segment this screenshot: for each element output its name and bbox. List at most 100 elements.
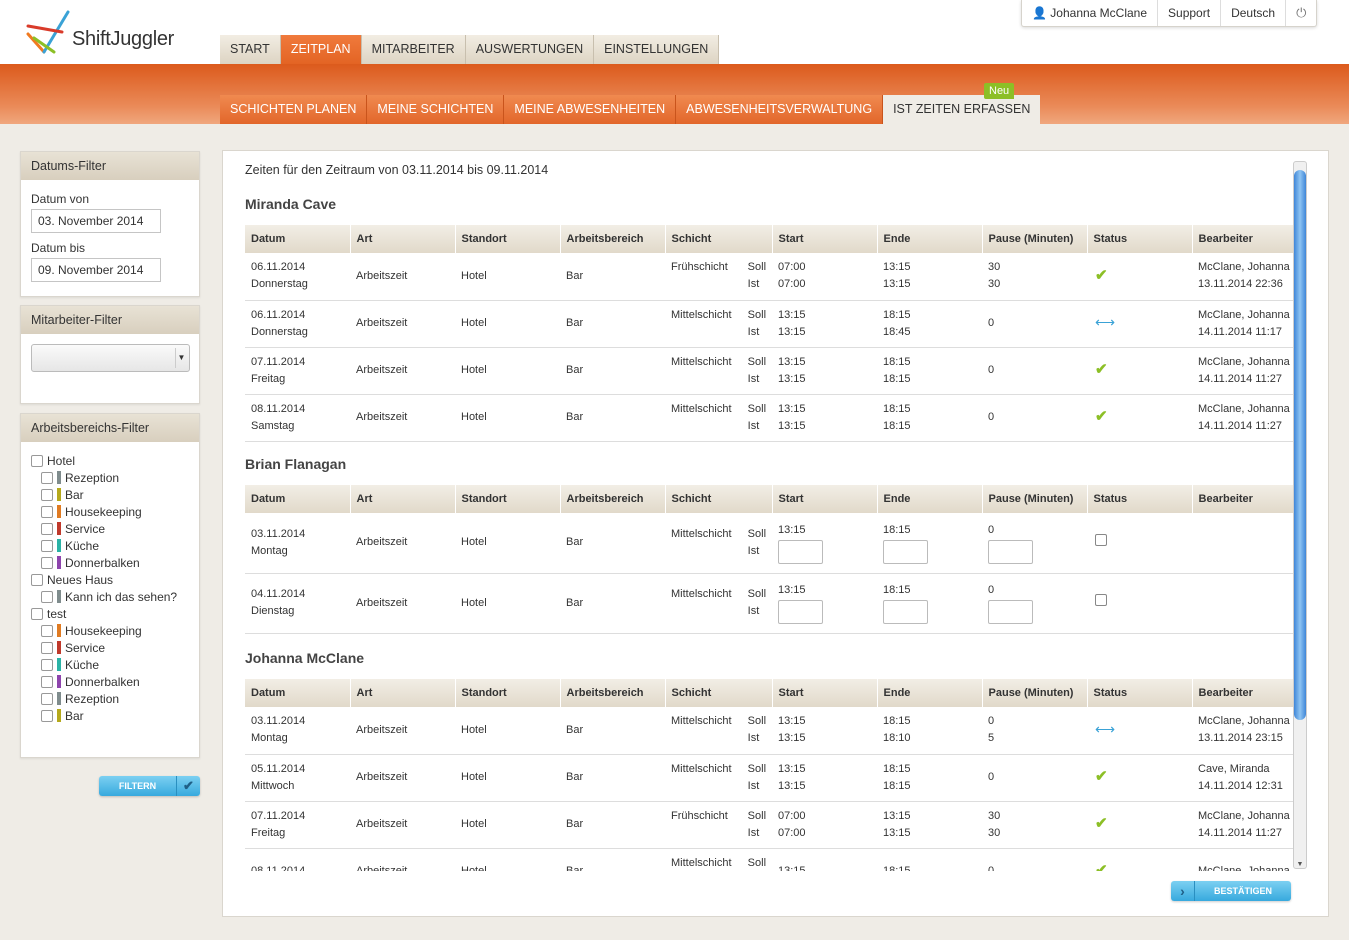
start-cell: 13:15 13:15 <box>772 300 878 348</box>
column-header: Standort <box>454 485 560 513</box>
area-color-swatch <box>57 692 61 705</box>
checkbox[interactable] <box>31 454 43 467</box>
checkbox[interactable] <box>41 692 53 705</box>
soll-value: 13:15 <box>778 762 806 775</box>
checkbox[interactable] <box>41 590 53 603</box>
area-item[interactable]: Bar <box>31 486 199 503</box>
checkbox[interactable] <box>41 641 53 654</box>
soll-label: Soll <box>747 809 767 822</box>
date-to-input[interactable]: 09. November 2014 <box>31 258 161 282</box>
area-item[interactable]: Küche <box>31 537 199 554</box>
language-selector[interactable]: Deutsch <box>1220 0 1285 26</box>
area-item[interactable]: Donnerbalken <box>31 554 199 571</box>
logout-button[interactable]: ⏻ <box>1285 0 1316 26</box>
start-input[interactable] <box>778 539 824 564</box>
table-row[interactable]: 03.11.2014 Montag Arbeitszeit Hotel Bar Mitte… <box>245 707 1293 755</box>
row-area: Bar <box>560 513 665 574</box>
row-editor: McClane, Johanna <box>1198 715 1290 728</box>
row-date: 03.11.2014 <box>251 527 306 540</box>
soll-value: 13:15 <box>883 809 911 822</box>
status-cell: ✔ <box>1087 754 1193 802</box>
difference-arrow-icon: ⟷ <box>1095 720 1116 737</box>
checkbox[interactable] <box>41 658 53 671</box>
confirm-button[interactable]: › BESTÄTIGEN <box>1171 881 1291 901</box>
start-input[interactable] <box>778 600 824 624</box>
area-group[interactable]: test <box>31 605 199 622</box>
subtab-meine-schichten[interactable]: MEINE SCHICHTEN <box>367 95 505 124</box>
table-row[interactable]: 07.11.2014 Freitag Arbeitszeit Hotel Bar Früh… <box>245 801 1293 849</box>
area-item[interactable]: Rezeption <box>31 469 199 486</box>
column-header: Schicht <box>664 679 773 707</box>
row-date: 05.11.2014 <box>251 762 306 775</box>
row-type: Arbeitszeit <box>350 573 455 634</box>
checkbox[interactable] <box>31 573 43 586</box>
area-item[interactable]: Housekeeping <box>31 503 199 520</box>
date-filter-panel: Datums-Filter Datum von 03. November 201… <box>20 151 200 297</box>
area-item[interactable]: Küche <box>31 656 199 673</box>
times-table: Datum Art Standort Arbeitsbereich Schicht Sta… <box>245 225 1293 442</box>
checkbox[interactable] <box>31 607 43 620</box>
checkbox[interactable] <box>41 556 53 569</box>
tab-zeitplan[interactable]: ZEITPLAN <box>280 35 362 64</box>
table-row[interactable]: 06.11.2014 Donnerstag Arbeitszeit Hotel Bar M… <box>245 300 1293 348</box>
area-item[interactable]: Rezeption <box>31 690 199 707</box>
row-date: 06.11.2014 <box>251 261 306 274</box>
tab-einstellungen[interactable]: EINSTELLUNGEN <box>594 35 720 64</box>
user-account-link[interactable]: 👤 Johanna McClane <box>1022 0 1157 26</box>
column-header: Arbeitsbereich <box>559 225 665 253</box>
column-header: Datum <box>245 225 350 253</box>
row-area: Bar <box>560 573 665 634</box>
checkbox[interactable] <box>41 505 53 518</box>
table-row[interactable]: 03.11.2014 Montag Arbeitszeit Hotel Bar Mitte… <box>245 513 1293 574</box>
end-input[interactable] <box>883 600 929 624</box>
table-row[interactable]: 08.11.2014 Samstag Arbeitszeit Hotel Bar Mitt… <box>245 394 1293 442</box>
area-item[interactable]: Service <box>31 639 199 656</box>
table-row[interactable]: 05.11.2014 Mittwoch Arbeitszeit Hotel Bar Mit… <box>245 754 1293 802</box>
subtab-schichten-planen[interactable]: SCHICHTEN PLANEN <box>220 95 368 124</box>
confirm-checkbox[interactable] <box>1095 594 1108 606</box>
date-from-input[interactable]: 03. November 2014 <box>31 209 161 233</box>
end-input[interactable] <box>883 539 929 564</box>
area-item[interactable]: Service <box>31 520 199 537</box>
scrollbar[interactable]: ▼ <box>1293 161 1307 869</box>
area-item[interactable]: Housekeeping <box>31 622 199 639</box>
area-item[interactable]: Kann ich das sehen? <box>31 588 199 605</box>
area-item[interactable]: Bar <box>31 707 199 724</box>
table-row[interactable]: 07.11.2014 Freitag Arbeitszeit Hotel Bar Mitt… <box>245 347 1293 395</box>
start-cell: 13:15 <box>772 573 878 634</box>
area-group[interactable]: Neues Haus <box>31 571 199 588</box>
scroll-down-icon[interactable]: ▼ <box>1295 861 1305 868</box>
checkbox[interactable] <box>41 624 53 637</box>
ist-value: 13:15 <box>778 732 806 745</box>
table-row[interactable]: 04.11.2014 Dienstag Arbeitszeit Hotel Bar Mit… <box>245 573 1293 634</box>
support-link[interactable]: Support <box>1157 0 1220 26</box>
checkbox[interactable] <box>41 522 53 535</box>
table-row[interactable]: 06.11.2014 Donnerstag Arbeitszeit Hotel Bar F… <box>245 253 1293 301</box>
filter-button[interactable]: FILTERN ✔ <box>99 776 200 796</box>
checkbox[interactable] <box>41 488 53 501</box>
confirm-checkbox[interactable] <box>1095 533 1108 546</box>
logo[interactable]: ShiftJuggler <box>24 8 194 60</box>
scrollbar-thumb[interactable] <box>1294 170 1306 720</box>
tab-mitarbeiter[interactable]: MITARBEITER <box>361 35 466 64</box>
row-location: Hotel <box>455 253 560 301</box>
subtab-abwesenheitsverwaltung[interactable]: ABWESENHEITSVERWALTUNG <box>676 95 884 124</box>
checkbox[interactable] <box>41 471 53 484</box>
pause-input[interactable] <box>988 539 1034 564</box>
employee-select[interactable]: ▼ <box>31 344 190 372</box>
checkbox[interactable] <box>41 709 53 722</box>
checkbox[interactable] <box>41 539 53 552</box>
subtab-ist-zeiten-erfassen[interactable]: IST ZEITEN ERFASSEN <box>883 95 1041 124</box>
table-row[interactable]: 08.11.2014 Arbeitszeit Hotel Bar Mittelschic… <box>245 848 1293 871</box>
pause-input[interactable] <box>988 600 1034 624</box>
check-icon: ✔ <box>1095 361 1108 378</box>
row-location: Hotel <box>455 300 560 348</box>
tab-auswertungen[interactable]: AUSWERTUNGEN <box>465 35 595 64</box>
row-date: 06.11.2014 <box>251 308 306 321</box>
start-cell: 13:15 13:15 <box>772 754 878 802</box>
area-group[interactable]: Hotel <box>31 452 199 469</box>
area-item[interactable]: Donnerbalken <box>31 673 199 690</box>
checkbox[interactable] <box>41 675 53 688</box>
subtab-meine-abwesenheiten[interactable]: MEINE ABWESENHEITEN <box>504 95 677 124</box>
tab-start[interactable]: START <box>220 35 281 64</box>
